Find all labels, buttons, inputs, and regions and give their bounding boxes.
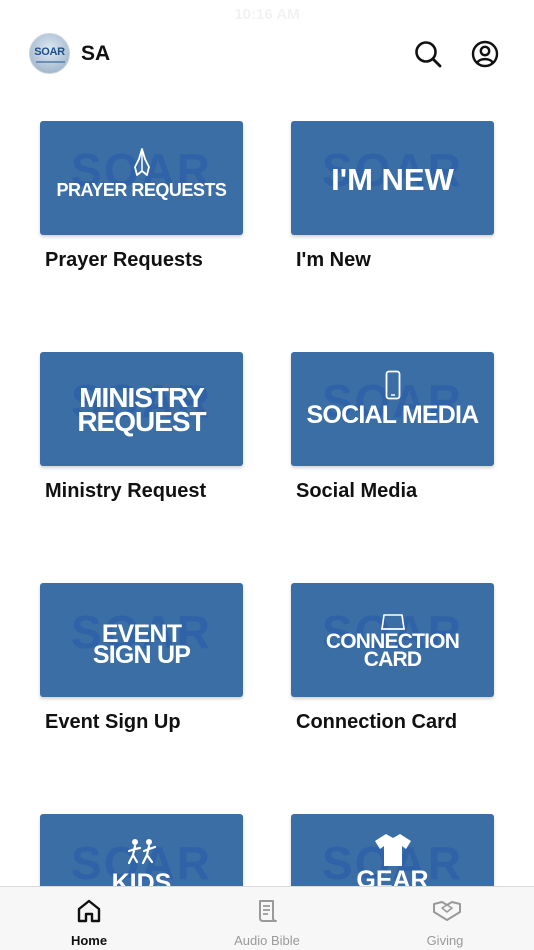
account-button[interactable]	[470, 39, 500, 69]
tab-home-label: Home	[70, 933, 108, 948]
logo-underline	[36, 61, 65, 63]
tile-card-title-line2: SIGN UP	[92, 641, 191, 669]
tile-prayer-requests[interactable]: SOAR PRAYER REQUESTS Prayer Requests	[40, 121, 243, 272]
tile-event-sign-up[interactable]: SOAR EVENT SIGN UP Event Sign Up	[40, 583, 243, 734]
tile-card[interactable]: SOAR MINISTRY REQUEST	[40, 352, 243, 466]
tile-gear[interactable]: SOAR GEAR	[291, 814, 494, 886]
tab-audio-bible[interactable]: Audio Bible	[207, 887, 327, 950]
tile-card-title: PRAYER REQUESTS	[56, 180, 227, 200]
status-bar-time: 10:16 AM	[234, 6, 300, 23]
tile-card[interactable]: SOAR KIDS	[40, 814, 243, 886]
bottom-tab-bar: Home Audio Bible Giving	[0, 886, 534, 950]
church-logo: SOAR	[29, 33, 70, 74]
search-icon	[415, 41, 442, 68]
tshirt-icon	[374, 834, 411, 866]
tile-card[interactable]: SOAR I'M NEW	[291, 121, 494, 235]
tile-card[interactable]: SOAR PRAYER REQUESTS	[40, 121, 243, 235]
tile-card-title: SOCIAL MEDIA	[306, 401, 480, 429]
handshake-icon	[433, 901, 461, 921]
tab-home[interactable]: Home	[29, 887, 149, 950]
smartphone-icon	[385, 370, 400, 400]
tab-giving[interactable]: Giving	[385, 887, 505, 950]
tile-kids[interactable]: SOAR KIDS	[40, 814, 243, 886]
tile-label: I'm New	[296, 249, 371, 271]
tile-connection-card[interactable]: SOAR CONNECTION CARD Connection Card	[291, 583, 494, 734]
card-icon	[380, 614, 405, 630]
tile-label: Connection Card	[296, 711, 458, 733]
tile-label: Prayer Requests	[45, 249, 203, 271]
tile-label: Ministry Request	[45, 480, 207, 502]
logo-text: SOAR	[34, 46, 65, 58]
tile-ministry-request[interactable]: SOAR MINISTRY REQUEST Ministry Request	[40, 352, 243, 503]
scroll-icon	[259, 900, 277, 922]
tile-card[interactable]: SOAR GEAR	[291, 814, 494, 886]
account-icon	[471, 40, 499, 68]
app-header: SOAR SA	[0, 30, 534, 80]
tile-label: Event Sign Up	[45, 711, 181, 733]
home-icon	[77, 899, 101, 923]
tile-grid: SOAR PRAYER REQUESTS Prayer Requests SOA…	[0, 121, 534, 886]
tile-label: Social Media	[296, 480, 418, 502]
tile-card-title-line2: REQUEST	[77, 406, 206, 437]
tile-card-title-line2: CARD	[363, 648, 422, 671]
tile-social-media[interactable]: SOAR SOCIAL MEDIA Social Media	[291, 352, 494, 503]
tile-card-title: I'M NEW	[331, 162, 454, 197]
children-running-icon	[127, 839, 156, 865]
tile-card[interactable]: SOAR CONNECTION CARD	[291, 583, 494, 697]
tab-giving-label: Giving	[426, 933, 464, 948]
praying-hands-icon	[133, 148, 150, 176]
tile-card-title: KIDS	[111, 869, 172, 887]
tile-card-title: GEAR	[356, 866, 429, 887]
tab-audio-bible-label: Audio Bible	[234, 933, 300, 948]
search-button[interactable]	[413, 39, 443, 69]
tile-card[interactable]: SOAR SOCIAL MEDIA	[291, 352, 494, 466]
app-title: SA	[81, 42, 111, 65]
tile-im-new[interactable]: SOAR I'M NEW I'm New	[291, 121, 494, 272]
tile-card[interactable]: SOAR EVENT SIGN UP	[40, 583, 243, 697]
